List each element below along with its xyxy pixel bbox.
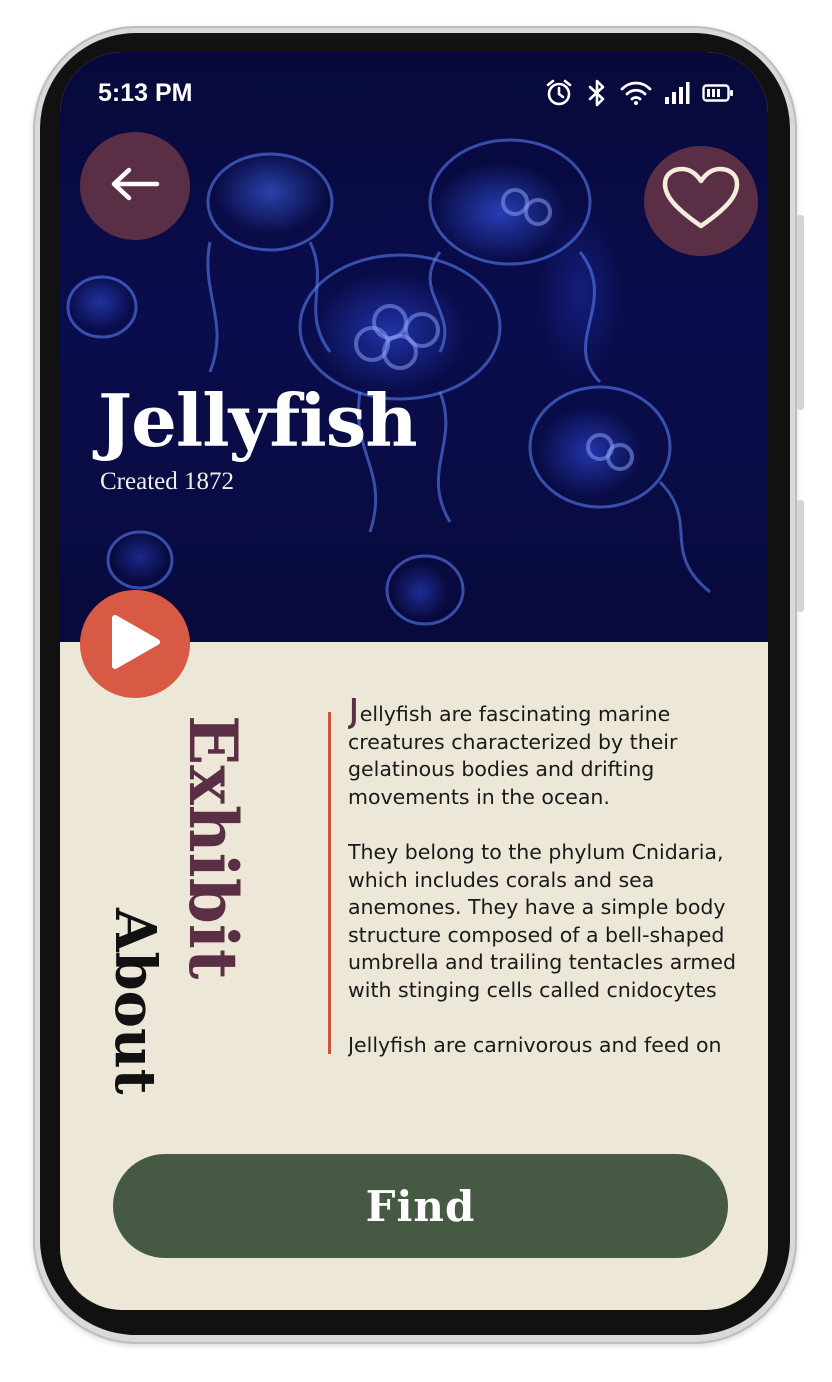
- status-time: 5:13 PM: [98, 79, 193, 107]
- app-screen: 5:13 PM Jellyfish Created 1872 Exhibit A…: [60, 52, 768, 1310]
- back-button[interactable]: [80, 132, 190, 240]
- battery-icon: [702, 83, 734, 103]
- exhibit-description: Jellyfish are fascinating marine creatur…: [348, 698, 748, 1090]
- wifi-icon: [620, 80, 652, 106]
- status-bar: 5:13 PM: [60, 52, 768, 136]
- description-paragraph: They belong to the phylum Cnidaria, whic…: [348, 839, 736, 1002]
- description-paragraph: Jellyfish are fascinating marine creatur…: [348, 698, 748, 811]
- alarm-icon: [544, 78, 574, 108]
- power-button: [797, 500, 804, 612]
- heart-icon: [661, 166, 741, 237]
- favorite-button[interactable]: [644, 146, 758, 256]
- hero-image: 5:13 PM Jellyfish Created 1872: [60, 52, 768, 642]
- exhibit-subtitle: Created 1872: [100, 468, 234, 495]
- find-button[interactable]: Find: [113, 1154, 728, 1258]
- jellyfish-illustration: [66, 138, 711, 626]
- signal-icon: [664, 81, 690, 105]
- exhibit-title: Jellyfish: [98, 378, 418, 463]
- about-label: About: [102, 908, 168, 1095]
- play-button[interactable]: [80, 590, 190, 698]
- volume-button: [797, 215, 804, 410]
- exhibit-label: Exhibit: [174, 715, 252, 980]
- play-icon: [109, 614, 161, 675]
- description-paragraph: Jellyfish are carnivorous and feed on: [348, 1033, 722, 1058]
- bluetooth-icon: [586, 78, 608, 108]
- status-icons: [544, 78, 734, 108]
- arrow-left-icon: [109, 166, 161, 207]
- drop-cap: J: [348, 698, 360, 731]
- accent-divider: [328, 712, 331, 1054]
